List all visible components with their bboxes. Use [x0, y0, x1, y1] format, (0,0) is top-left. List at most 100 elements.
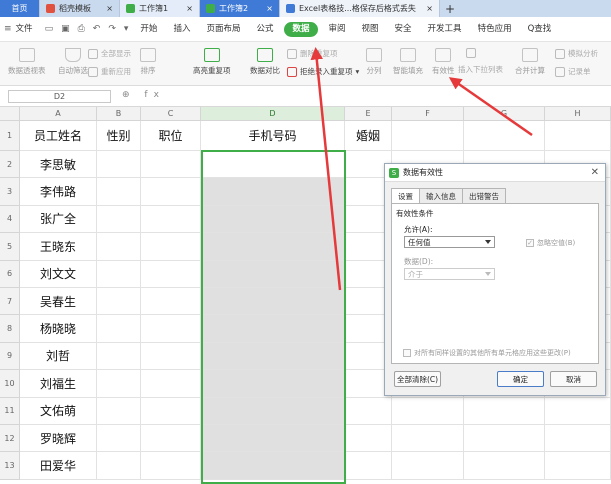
cell-b[interactable] [97, 370, 141, 398]
cell-d[interactable] [201, 178, 345, 206]
cell-c[interactable] [141, 151, 201, 179]
apply-all-checkbox[interactable]: 对所有同样设置的其他所有单元格应用这些更改(P) [403, 348, 571, 358]
cell-b[interactable] [97, 260, 141, 288]
tab-error-alert[interactable]: 出错警告 [462, 188, 506, 203]
delete-duplicates-button[interactable]: 删除重复项 [287, 48, 338, 59]
cell-g[interactable] [464, 425, 545, 453]
highlight-duplicates-button[interactable]: 高亮重复项 [193, 48, 231, 76]
formula-input[interactable] [163, 90, 603, 103]
menu-search[interactable]: Q查找 [520, 17, 560, 42]
cell-b[interactable] [97, 452, 141, 480]
cell-c[interactable] [141, 425, 201, 453]
redo-icon[interactable]: ↷ [104, 24, 120, 34]
clear-all-button[interactable]: 全部清除(C) [394, 371, 441, 387]
cell-a[interactable]: 文佑萌 [20, 397, 97, 425]
cell-a[interactable]: 刘文文 [20, 260, 97, 288]
menu-insert[interactable]: 插入 [165, 17, 198, 42]
menu-features[interactable]: 特色应用 [470, 17, 520, 42]
cell-c[interactable] [141, 288, 201, 316]
column-header-g[interactable]: G [464, 107, 545, 121]
cell-d[interactable] [201, 315, 345, 343]
pivot-table-button[interactable]: 数据透视表 [8, 48, 46, 76]
cell-c[interactable] [141, 452, 201, 480]
row-header[interactable]: 9 [0, 342, 20, 371]
header-cell-h[interactable] [545, 121, 611, 151]
cell-e[interactable] [345, 397, 392, 425]
cell-g[interactable] [464, 452, 545, 480]
row-header[interactable]: 6 [0, 260, 20, 288]
close-icon[interactable]: ✕ [591, 167, 599, 178]
cell-b[interactable] [97, 397, 141, 425]
cell-b[interactable] [97, 205, 141, 234]
cell-a[interactable]: 吴春生 [20, 288, 97, 316]
undo-icon[interactable]: ↶ [89, 24, 105, 34]
cell-d[interactable] [201, 397, 345, 425]
allow-select[interactable]: 任何值 [404, 236, 495, 248]
reapply-button[interactable]: 重新应用 [88, 66, 131, 77]
tab-article[interactable]: Excel表格技...格保存后格式丢失 × [280, 0, 440, 17]
simulate-analysis-button[interactable]: 模拟分析 [555, 48, 598, 59]
cell-c[interactable] [141, 178, 201, 206]
header-cell-g[interactable] [464, 121, 545, 151]
cell-b[interactable] [97, 315, 141, 343]
cell-d[interactable] [201, 151, 345, 179]
tab-home[interactable]: 首页 [0, 0, 40, 17]
menu-formula[interactable]: 公式 [248, 17, 281, 42]
tab-settings[interactable]: 设置 [391, 188, 420, 204]
row-header[interactable]: 10 [0, 370, 20, 398]
row-header[interactable]: 2 [0, 151, 20, 179]
header-cell-a[interactable]: 员工姓名 [20, 121, 97, 151]
cell-b[interactable] [97, 151, 141, 179]
split-column-button[interactable]: 分列 [366, 48, 382, 76]
cell-d[interactable] [201, 425, 345, 453]
row-header[interactable]: 5 [0, 233, 20, 261]
insert-dropdown-button[interactable] [466, 48, 476, 58]
cell-a[interactable]: 田爱华 [20, 452, 97, 480]
data-validity-button[interactable]: 有效性 [432, 48, 455, 76]
header-cell-b[interactable]: 性别 [97, 121, 141, 151]
menu-developer[interactable]: 开发工具 [420, 17, 470, 42]
cell-e[interactable] [345, 452, 392, 480]
sort-button[interactable]: 排序 [140, 48, 156, 76]
reject-duplicates-button[interactable]: 拒绝录入重复项 ▾ [287, 66, 359, 77]
menu-data[interactable]: 数据 [284, 21, 318, 37]
cell-c[interactable] [141, 260, 201, 288]
row-header[interactable]: 7 [0, 288, 20, 316]
cell-d[interactable] [201, 233, 345, 261]
autofilter-button[interactable]: 自动筛选 [58, 48, 88, 76]
cell-e[interactable] [345, 425, 392, 453]
cell-c[interactable] [141, 233, 201, 261]
name-box[interactable]: D2 [8, 90, 111, 103]
data-compare-button[interactable]: 数据对比 [250, 48, 280, 76]
cell-a[interactable]: 王晓东 [20, 233, 97, 261]
cell-d[interactable] [201, 260, 345, 288]
column-header-d[interactable]: D [201, 107, 345, 121]
row-header[interactable]: 4 [0, 205, 20, 234]
hamburger-icon[interactable]: ≡ [0, 24, 16, 34]
show-all-button[interactable]: 全部显示 [88, 48, 131, 59]
cell-b[interactable] [97, 288, 141, 316]
cell-a[interactable]: 李思敏 [20, 151, 97, 179]
cell-c[interactable] [141, 205, 201, 234]
column-header-c[interactable]: C [141, 107, 201, 121]
cell-a[interactable]: 罗晓辉 [20, 425, 97, 453]
cell-b[interactable] [97, 342, 141, 371]
row-header[interactable]: 12 [0, 425, 20, 453]
close-icon[interactable]: × [106, 4, 113, 13]
new-tab-button[interactable]: + [440, 0, 460, 17]
cell-c[interactable] [141, 315, 201, 343]
menu-review[interactable]: 审阅 [321, 17, 354, 42]
cell-g[interactable] [464, 397, 545, 425]
cell-a[interactable]: 李伟路 [20, 178, 97, 206]
ok-button[interactable]: 确定 [497, 371, 544, 387]
cell-h[interactable] [545, 452, 611, 480]
cell-d[interactable] [201, 342, 345, 371]
data-select[interactable]: 介于 [404, 268, 495, 280]
print-icon[interactable]: ⎙ [74, 24, 89, 34]
record-form-button[interactable]: 记录单 [555, 66, 591, 77]
cancel-button[interactable]: 取消 [550, 371, 597, 387]
cell-c[interactable] [141, 397, 201, 425]
header-cell-e[interactable]: 婚姻 [345, 121, 392, 151]
column-header-e[interactable]: E [345, 107, 392, 121]
cell-h[interactable] [545, 397, 611, 425]
